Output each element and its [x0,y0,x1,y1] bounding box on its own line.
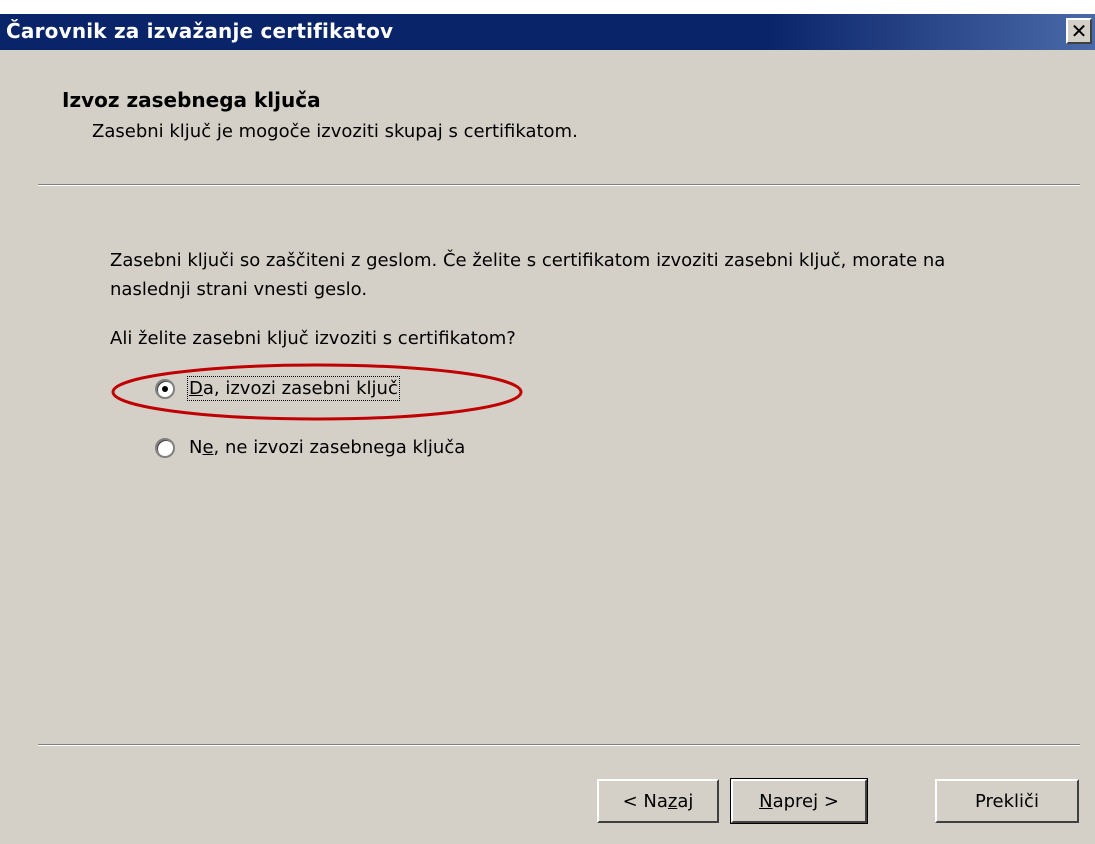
radio-option-no-export[interactable]: Ne, ne izvozi zasebnega ključa [155,437,465,458]
next-button[interactable]: Naprej > [730,778,868,824]
header-separator [38,184,1080,186]
title-bar[interactable]: Čarovnik za izvažanje certifikatov ✕ [0,14,1095,50]
export-wizard-window: Čarovnik za izvažanje certifikatov ✕ Izv… [0,14,1095,844]
footer-separator [38,744,1080,746]
cancel-button[interactable]: Prekliči [935,779,1079,823]
export-question: Ali želite zasebni ključ izvoziti s cert… [110,328,516,349]
description-text: Zasebni ključi so zaščiteni z geslom. Če… [110,250,946,300]
window-title: Čarovnik za izvažanje certifikatov [6,19,394,43]
radio-selected-icon[interactable] [155,378,175,399]
radio-label-no-export[interactable]: Ne, ne izvozi zasebnega ključa [189,437,465,458]
radio-option-export-key[interactable]: Da, izvozi zasebni ključ [155,376,400,401]
radio-label-export-key[interactable]: Da, izvozi zasebni ključ [187,376,400,401]
close-button[interactable]: ✕ [1066,18,1092,44]
page-subtitle: Zasebni ključ je mogoče izvoziti skupaj … [92,121,578,142]
page-title: Izvoz zasebnega ključa [62,88,321,112]
radio-unselected-icon[interactable] [155,437,175,458]
close-icon: ✕ [1070,19,1088,43]
back-button[interactable]: < Na z aj [597,779,719,823]
